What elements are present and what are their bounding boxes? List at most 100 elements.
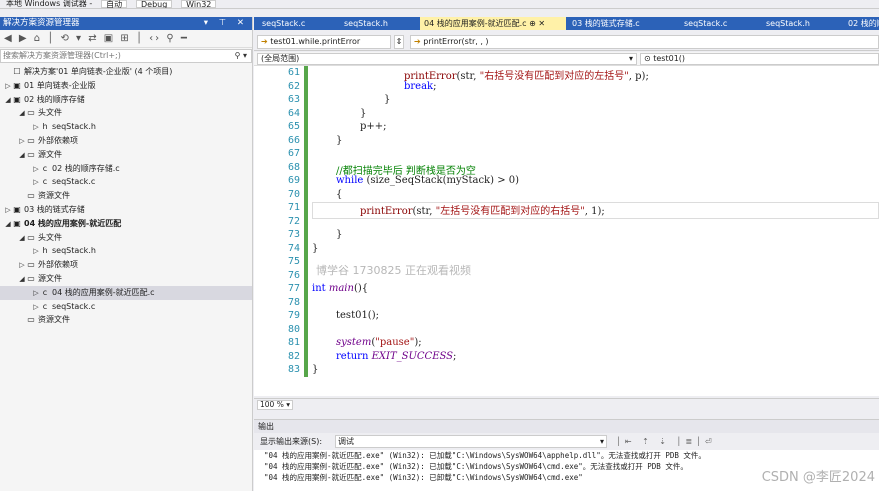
csdn-watermark: CSDN @李匠2024 [761, 470, 875, 485]
expand-arrow-icon[interactable]: ▷ [32, 245, 40, 259]
tab-1[interactable]: seqStack.h [340, 17, 388, 30]
line-number: 77 [287, 283, 300, 294]
tree-item[interactable]: ▷ c 04 栈的应用案例-就近匹配.c [0, 285, 252, 301]
solution-explorer-title: 解决方案资源管理器 ▾ ⊤ ✕ [0, 17, 252, 30]
expand-arrow-icon[interactable]: ◢ [18, 273, 26, 287]
config-dropdown[interactable]: Debug [135, 0, 173, 8]
file-icon: ▭ [27, 108, 35, 118]
watermark-text: 博学谷 1730825 正在观看视频 [316, 264, 471, 277]
tree-item[interactable]: ◢ ▣ 04 栈的应用案例-就近匹配 [0, 217, 252, 231]
output-source-row: 显示输出来源(S): 调试 ▾ │⇤ ⇡ ⇣ │≣│⏎ [254, 433, 879, 450]
panel-controls[interactable]: ▾ ⊤ ✕ [204, 17, 248, 30]
tree-item[interactable]: ◢ ▭ 头文件 [0, 231, 252, 245]
expand-arrow-icon[interactable]: ◢ [4, 218, 12, 232]
expand-arrow-icon[interactable]: ▷ [32, 287, 40, 301]
scope-function-dropdown[interactable]: ⊙ test01() [640, 53, 879, 65]
tree-item[interactable]: ◢ ▭ 头文件 [0, 106, 252, 120]
tab-6[interactable]: 02 栈的顺 [844, 17, 879, 30]
tree-item-label: 03 栈的链式存储 [24, 204, 85, 214]
tree-item[interactable]: ◢ ▣ 02 栈的顺序存储 [0, 93, 252, 107]
expand-arrow-icon[interactable]: ◢ [18, 232, 26, 246]
expand-arrow-icon[interactable]: ▷ [18, 259, 26, 273]
expand-arrow-icon[interactable]: ◢ [4, 94, 12, 108]
expand-arrow-icon[interactable]: ▷ [18, 135, 26, 149]
file-icon: h [42, 122, 48, 132]
tree-item-label: 源文件 [38, 273, 62, 283]
line-number: 76 [287, 269, 300, 281]
line-number: 83 [287, 364, 300, 375]
line-number: 68 [287, 161, 300, 173]
tree-item-label: 源文件 [38, 149, 62, 159]
output-tools[interactable]: │⇤ ⇡ ⇣ │≣│⏎ [616, 433, 716, 450]
tree-item[interactable]: ▷ ▭ 外部依赖项 [0, 134, 252, 148]
expand-arrow-icon[interactable]: ▷ [32, 301, 40, 315]
output-source-dropdown[interactable]: 调试 ▾ [335, 435, 607, 448]
tree-item[interactable]: ▭ 资源文件 [0, 189, 252, 203]
tree-item[interactable]: ▷ c 02 栈的顺序存储.c [0, 162, 252, 176]
tree-item-label: 04 栈的应用案例-就近匹配 [24, 218, 122, 228]
solution-search-input[interactable]: 搜索解决方案资源管理器(Ctrl+;) ⚲ ▾ [0, 49, 252, 63]
output-source-label: 显示输出来源(S): [260, 437, 323, 446]
tree-item-label: 解决方案'01 单向链表-企业版' (4 个项目) [24, 67, 173, 76]
file-icon: c [42, 301, 48, 311]
file-icon: ▭ [27, 149, 35, 159]
tree-item[interactable]: ▷ c seqStack.c [0, 300, 252, 314]
line-number: 81 [287, 337, 300, 348]
member-dropdown[interactable]: ➔ test01.while.printError [257, 35, 391, 49]
debugger-label[interactable]: 本地 Windows 调试器 - [6, 0, 92, 8]
search-icon: ⚲ ▾ [234, 51, 247, 60]
expand-arrow-icon[interactable]: ▷ [32, 176, 40, 190]
function-dropdown[interactable]: ➔ printError(str, , ) [410, 35, 879, 49]
line-number: 72 [287, 215, 300, 227]
zoom-dropdown[interactable]: 100 % ▾ [257, 400, 293, 410]
tab-0[interactable]: seqStack.c [258, 17, 305, 30]
expand-arrow-icon[interactable]: ◢ [18, 149, 26, 163]
file-icon: ▭ [27, 260, 35, 270]
file-icon: ▣ [13, 94, 21, 104]
tree-item-label: 02 栈的顺序存储 [24, 94, 85, 104]
tab-2[interactable]: 04 栈的应用案例-就近匹配.c ⊕ ✕ [420, 17, 566, 30]
file-icon: ▣ [13, 218, 21, 228]
output-line: "04 栈的应用案例-就近匹配.exe" (Win32): 已加载"C:\Win… [264, 451, 706, 460]
tree-item[interactable]: ▷ ▣ 01 单向链表-企业版 [0, 79, 252, 93]
file-icon: c [42, 163, 48, 173]
file-icon: c [42, 177, 48, 187]
tab-3[interactable]: 03 栈的链式存储.c [568, 17, 640, 30]
nav-spinner[interactable]: ⇕ [394, 35, 404, 49]
scope-bar: (全局范围) ▾ ⊙ test01() [254, 52, 879, 66]
code-line: } [336, 134, 343, 146]
file-icon: h [42, 246, 48, 256]
auto-dropdown[interactable]: 自动 [101, 0, 128, 8]
solution-explorer-toolbar[interactable]: ◀ ▶ ⌂ │ ⟲ ▾ ⇄ ▣ ⊞ │ ‹› ⚲ ━ [0, 30, 252, 48]
tree-item[interactable]: ◢ ▭ 源文件 [0, 148, 252, 162]
tree-item-label: 头文件 [38, 108, 62, 118]
line-number: 79 [287, 310, 300, 321]
code-line: } [312, 242, 319, 254]
code-line: while (size_SeqStack(myStack) > 0) [336, 175, 520, 186]
tree-item[interactable]: ▷ ▭ 外部依赖项 [0, 258, 252, 272]
tree-item-label: 01 单向链表-企业版 [24, 80, 96, 90]
platform-dropdown[interactable]: Win32 [181, 0, 217, 8]
change-indicator [304, 66, 308, 377]
tree-item[interactable]: ▭ 资源文件 [0, 313, 252, 327]
tab-4[interactable]: seqStack.c [680, 17, 727, 30]
expand-arrow-icon[interactable]: ▷ [4, 204, 12, 218]
tree-item[interactable]: ▷ h seqStack.h [0, 120, 252, 134]
line-number: 64 [287, 107, 300, 119]
expand-arrow-icon[interactable]: ▷ [32, 121, 40, 135]
tab-5[interactable]: seqStack.h [762, 17, 810, 30]
tree-item[interactable]: ▷ h seqStack.h [0, 244, 252, 258]
expand-arrow-icon[interactable]: ▷ [32, 163, 40, 177]
tree-item[interactable]: ▷ ▣ 03 栈的链式存储 [0, 203, 252, 217]
code-line: } [336, 229, 343, 240]
code-editor[interactable]: 61 printError(str, "右括号没有匹配到对应的左括号", p); 6… [254, 66, 879, 396]
line-number: 69 [287, 175, 300, 186]
tree-item[interactable]: ☐ 解决方案'01 单向链表-企业版' (4 个项目) [0, 65, 252, 79]
tree-item[interactable]: ▷ c seqStack.c [0, 175, 252, 189]
expand-arrow-icon[interactable]: ◢ [18, 107, 26, 121]
expand-arrow-icon[interactable]: ▷ [4, 80, 12, 94]
scope-dropdown[interactable]: (全局范围) ▾ [257, 53, 637, 65]
file-icon: ▭ [27, 273, 35, 283]
tree-item[interactable]: ◢ ▭ 源文件 [0, 272, 252, 286]
file-icon: ☐ [13, 67, 21, 76]
